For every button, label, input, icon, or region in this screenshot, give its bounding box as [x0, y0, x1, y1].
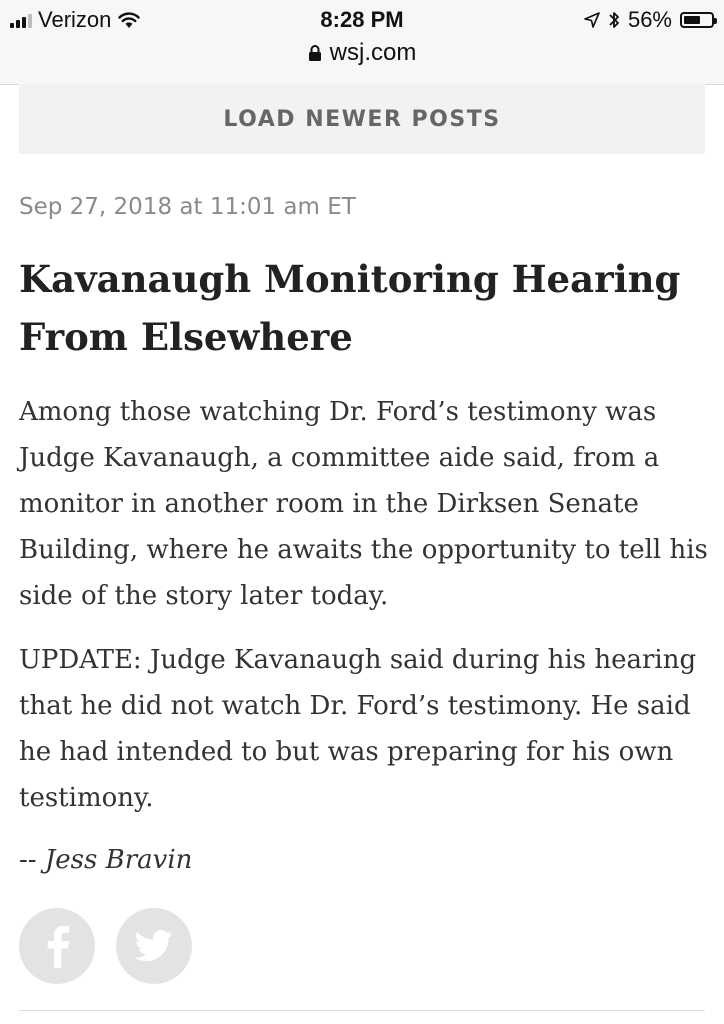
battery-icon — [680, 12, 717, 28]
url-text: wsj.com — [329, 39, 417, 66]
facebook-share-button[interactable] — [19, 908, 95, 984]
twitter-share-button[interactable] — [116, 908, 192, 984]
post-headline: Kavanaugh Monitoring Hearing From Elsewh… — [19, 257, 681, 359]
system-status: 56% — [584, 6, 717, 34]
post-paragraph: UPDATE: Judge Kavanaugh said during his … — [19, 645, 697, 813]
post-paragraph: Among those watching Dr. Ford’s testimon… — [19, 397, 708, 611]
facebook-icon — [47, 925, 70, 968]
bluetooth-icon — [609, 12, 619, 28]
post-byline: -- Jess Bravin — [19, 845, 193, 875]
battery-percent: 56% — [627, 7, 672, 32]
lock-icon — [308, 45, 321, 61]
load-newer-posts-button[interactable]: LOAD NEWER POSTS — [19, 84, 705, 154]
post-timestamp: Sep 27, 2018 at 11:01 am ET — [19, 194, 356, 220]
address-bar[interactable]: wsj.com — [0, 38, 724, 68]
ios-status-bar: Verizon 8:28 PM 56% wsj.com — [0, 0, 724, 85]
twitter-icon — [135, 930, 173, 962]
location-arrow-icon — [584, 12, 600, 28]
divider — [19, 1010, 705, 1011]
